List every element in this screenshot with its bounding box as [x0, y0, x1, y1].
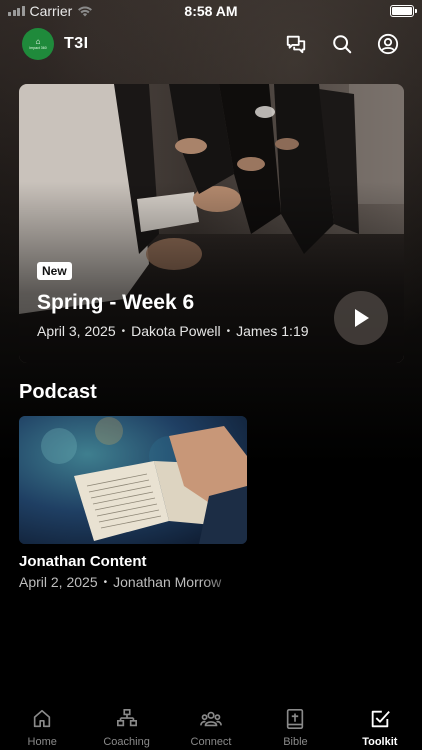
new-badge: New [37, 262, 72, 280]
bible-icon [287, 709, 304, 729]
status-bar: Carrier 8:58 AM [0, 0, 422, 22]
tab-label-toolkit: Toolkit [362, 736, 398, 748]
tab-home[interactable]: Home [0, 700, 84, 750]
podcast-card[interactable]: Jonathan Content April 2, 2025 • Jonatha… [19, 416, 247, 590]
podcast-meta: April 2, 2025 • Jonathan Morrow [19, 574, 247, 590]
hero-title: Spring - Week 6 [37, 291, 195, 314]
connect-icon [200, 711, 222, 727]
meta-separator: • [121, 325, 126, 337]
hero-scripture: James 1:19 [236, 323, 309, 339]
meta-separator: • [103, 576, 108, 588]
tab-bar: Home Coaching Connect Bible Toolkit [0, 700, 422, 750]
tab-bible[interactable]: Bible [253, 700, 337, 750]
hero-speaker: Dakota Powell [131, 323, 221, 339]
tab-label-bible: Bible [283, 736, 308, 748]
tab-coaching[interactable]: Coaching [84, 700, 168, 750]
tab-label-home: Home [27, 736, 57, 748]
app-logo[interactable]: ⌂ Impact 360 [22, 28, 54, 60]
tab-connect[interactable]: Connect [169, 700, 253, 750]
meta-separator: • [226, 325, 231, 337]
podcast-author: Jonathan Morrow [113, 574, 222, 590]
signal-icon [8, 6, 25, 16]
logo-text: Impact 360 [29, 45, 47, 50]
app-screen: Carrier 8:58 AM ⌂ Impact 360 T3I New Spr… [0, 0, 422, 750]
wifi-icon [78, 6, 93, 17]
featured-sermon-card[interactable]: New Spring - Week 6 April 3, 2025 • Dako… [19, 84, 404, 363]
app-title: T3I [64, 35, 89, 52]
toolkit-icon [371, 710, 390, 728]
status-right [264, 5, 417, 17]
carrier-label: Carrier [29, 3, 73, 19]
tab-toolkit[interactable]: Toolkit [338, 700, 422, 750]
tab-label-connect: Connect [190, 736, 232, 748]
search-icon[interactable] [330, 32, 354, 56]
status-left: Carrier [8, 3, 158, 19]
play-icon [355, 309, 369, 327]
podcast-thumbnail [19, 416, 247, 544]
header-actions [284, 32, 400, 56]
chat-bubbles-icon[interactable] [284, 32, 308, 56]
podcast-title: Jonathan Content [19, 553, 147, 570]
hero-meta: April 3, 2025 • Dakota Powell • James 1:… [37, 323, 309, 339]
status-time: 8:58 AM [184, 3, 238, 19]
profile-icon[interactable] [376, 32, 400, 56]
hero-date: April 3, 2025 [37, 323, 116, 339]
podcast-section-title: Podcast [19, 381, 97, 403]
coaching-icon [116, 709, 137, 727]
app-header: ⌂ Impact 360 T3I [0, 26, 422, 62]
podcast-date: April 2, 2025 [19, 574, 98, 590]
battery-icon [390, 5, 417, 17]
logo-mark-icon: ⌂ [35, 36, 41, 46]
home-icon [34, 709, 51, 728]
play-button[interactable] [334, 291, 388, 345]
tab-label-coaching: Coaching [103, 736, 150, 748]
